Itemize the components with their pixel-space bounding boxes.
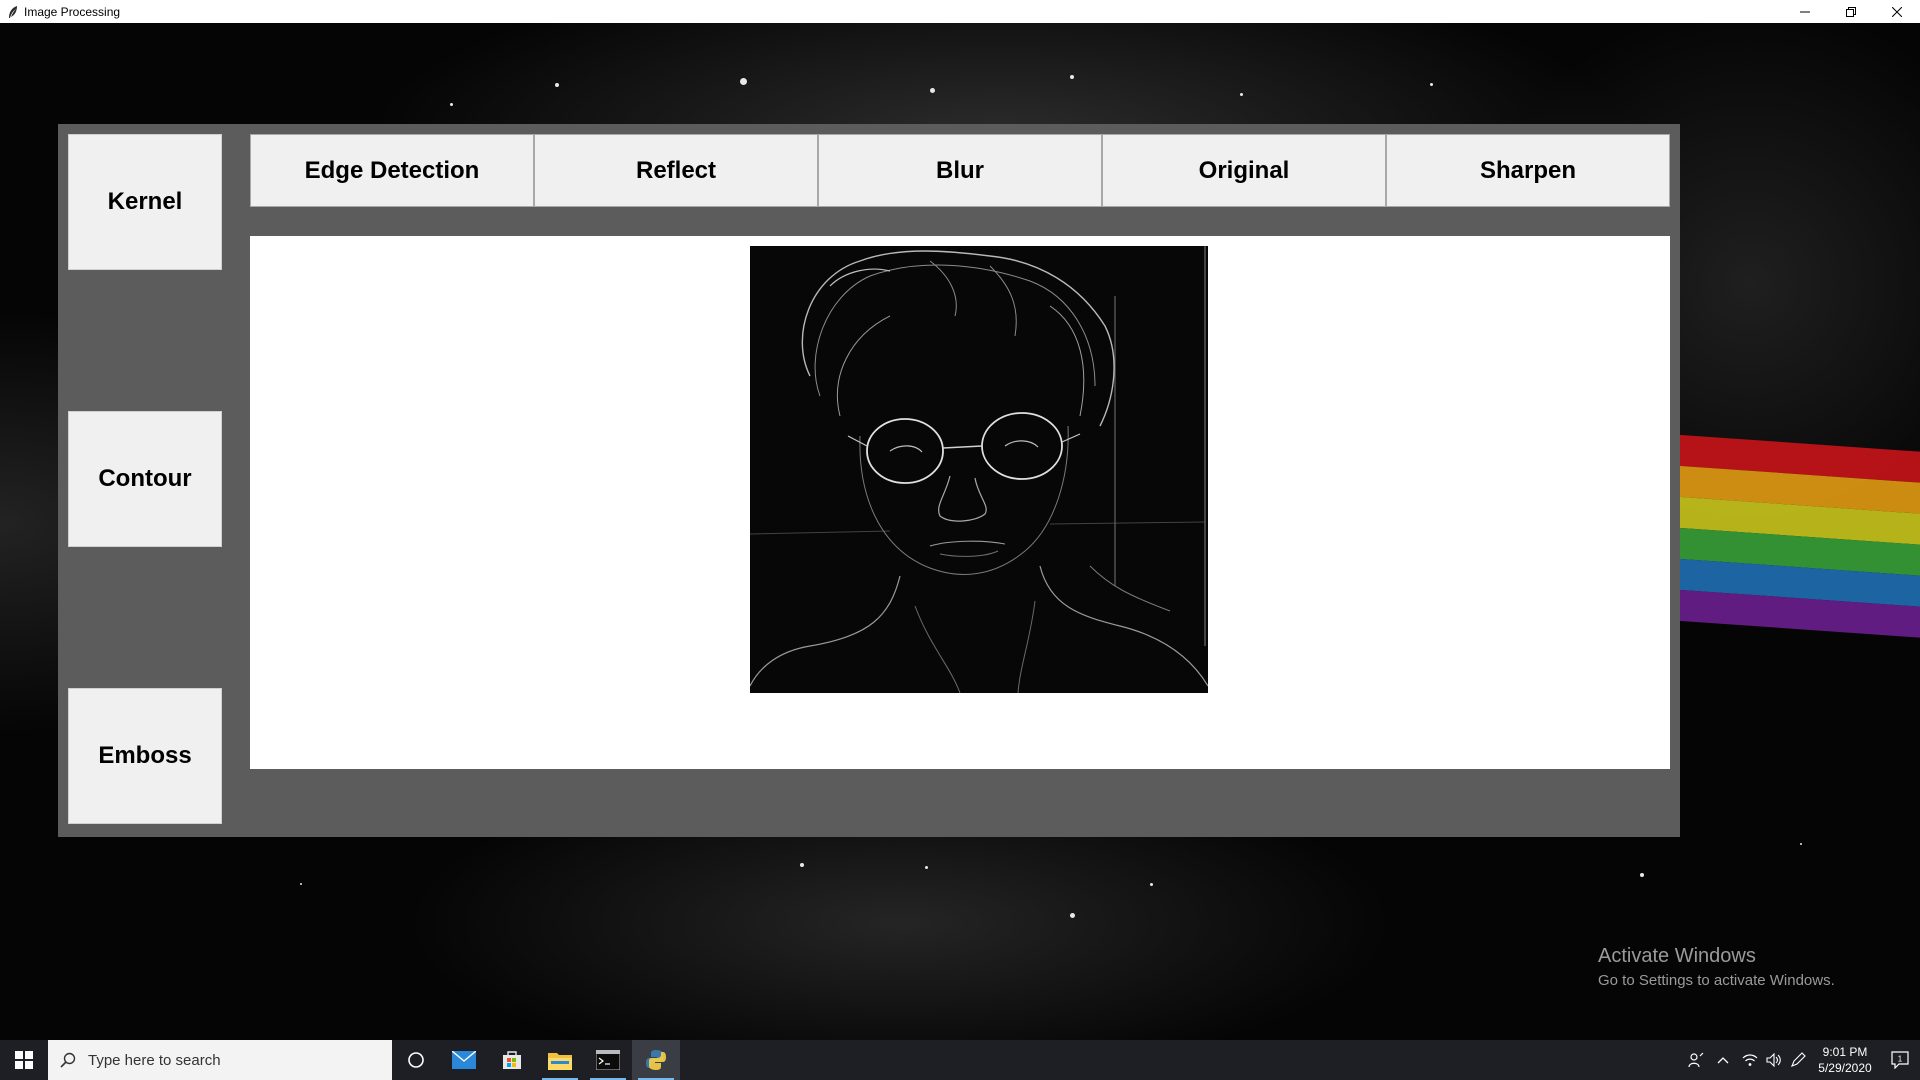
star <box>1070 75 1074 79</box>
pen-button[interactable] <box>1786 1040 1810 1080</box>
star <box>1070 913 1075 918</box>
watermark-subtitle: Go to Settings to activate Windows. <box>1598 972 1835 989</box>
python-app-button[interactable] <box>632 1040 680 1080</box>
people-button[interactable] <box>1684 1040 1708 1080</box>
clock[interactable]: 9:01 PM 5/29/2020 <box>1810 1044 1880 1076</box>
speaker-icon <box>1766 1053 1781 1067</box>
star <box>1150 883 1153 886</box>
mail-button[interactable] <box>440 1040 488 1080</box>
minimize-icon <box>1800 11 1810 12</box>
network-button[interactable] <box>1738 1040 1762 1080</box>
window-title-bar[interactable]: Image Processing <box>0 0 1920 23</box>
edge-detected-portrait <box>750 246 1208 693</box>
mail-icon <box>452 1051 476 1069</box>
terminal-icon <box>596 1050 620 1070</box>
star <box>1800 843 1802 845</box>
window-title: Image Processing <box>24 4 121 19</box>
contour-button[interactable]: Contour <box>68 411 222 547</box>
blur-button[interactable]: Blur <box>818 134 1102 207</box>
cortana-button[interactable] <box>392 1040 440 1080</box>
start-button[interactable] <box>0 1040 48 1080</box>
close-button[interactable] <box>1874 0 1920 23</box>
taskbar: Type here to search 9:01 PM 5/29/2020 1 <box>0 1040 1920 1080</box>
original-button[interactable]: Original <box>1102 134 1386 207</box>
show-hidden-icons-button[interactable] <box>1708 1040 1738 1080</box>
pen-icon <box>1791 1052 1806 1067</box>
search-placeholder: Type here to search <box>88 1051 221 1069</box>
cortana-icon <box>408 1052 424 1068</box>
terminal-button[interactable] <box>584 1040 632 1080</box>
notification-icon: 1 <box>1891 1051 1909 1069</box>
store-button[interactable] <box>488 1040 536 1080</box>
star <box>1430 83 1433 86</box>
rainbow-stripe <box>1672 434 1920 641</box>
minimize-button[interactable] <box>1782 0 1828 23</box>
store-icon <box>503 1051 521 1069</box>
restore-icon <box>1846 6 1856 17</box>
wifi-icon <box>1742 1054 1758 1066</box>
star <box>740 78 747 85</box>
star <box>300 883 302 885</box>
python-icon <box>646 1050 666 1070</box>
sharpen-button[interactable]: Sharpen <box>1386 134 1670 207</box>
search-icon <box>60 1052 76 1068</box>
feather-icon <box>5 4 21 20</box>
star <box>930 88 935 93</box>
star <box>1240 93 1243 96</box>
filter-toolbar: Edge Detection Reflect Blur Original Sha… <box>250 134 1670 207</box>
file-explorer-icon <box>548 1053 572 1070</box>
system-tray: 9:01 PM 5/29/2020 1 <box>1684 1040 1920 1080</box>
volume-button[interactable] <box>1762 1040 1786 1080</box>
chevron-up-icon <box>1717 1057 1729 1064</box>
clock-time: 9:01 PM <box>1822 1045 1868 1059</box>
activate-windows-watermark: Activate Windows Go to Settings to activ… <box>1598 945 1835 989</box>
edge-detection-button[interactable]: Edge Detection <box>250 134 534 207</box>
clock-date: 5/29/2020 <box>1818 1061 1872 1075</box>
action-center-button[interactable]: 1 <box>1880 1040 1920 1080</box>
search-box[interactable]: Type here to search <box>48 1040 392 1080</box>
reflect-button[interactable]: Reflect <box>534 134 818 207</box>
watermark-title: Activate Windows <box>1598 945 1756 967</box>
file-explorer-button[interactable] <box>536 1040 584 1080</box>
star <box>450 103 453 106</box>
windows-logo-icon <box>15 1051 33 1069</box>
emboss-button[interactable]: Emboss <box>68 688 222 824</box>
star <box>555 83 559 87</box>
restore-button[interactable] <box>1828 0 1874 23</box>
star <box>925 866 928 869</box>
star <box>800 863 804 867</box>
people-icon <box>1688 1052 1704 1068</box>
image-canvas <box>250 236 1670 769</box>
app-panel: Kernel Contour Emboss Edge Detection Ref… <box>58 124 1680 837</box>
close-icon <box>1892 6 1902 17</box>
kernel-button[interactable]: Kernel <box>68 134 222 270</box>
star <box>1640 873 1644 877</box>
notification-count: 1 <box>1898 1055 1903 1064</box>
